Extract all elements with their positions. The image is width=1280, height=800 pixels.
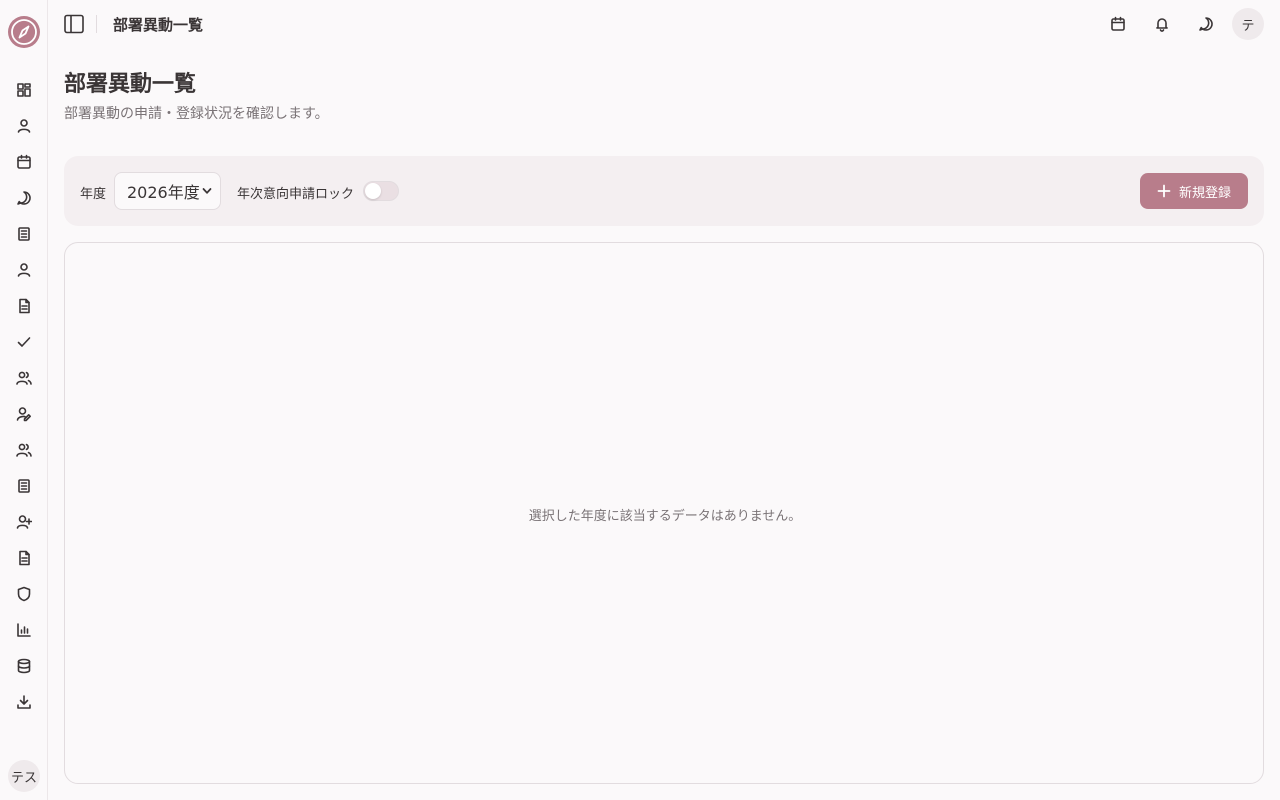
year-label: 年度 — [80, 187, 107, 202]
sidebar-toggle-icon — [64, 14, 84, 34]
sidebar-item-forms[interactable] — [12, 546, 36, 570]
year-select-value: 2026年度 — [127, 183, 200, 202]
sidebar-item-export[interactable] — [12, 690, 36, 714]
sidebar-item-records[interactable] — [12, 474, 36, 498]
page-title: 部署異動一覧 — [64, 72, 197, 97]
chat-icon — [1199, 17, 1213, 31]
shield-icon — [17, 586, 31, 602]
sidebar-item-profile[interactable] — [12, 114, 36, 138]
messages-button[interactable] — [1194, 12, 1218, 36]
database-icon — [17, 658, 31, 674]
dashboard-icon — [17, 83, 31, 97]
toggle-sidebar-button[interactable] — [62, 12, 86, 36]
sidebar-item-reports[interactable] — [12, 618, 36, 642]
users-icon — [16, 443, 32, 457]
document-icon — [19, 298, 30, 314]
plus-icon — [1157, 184, 1171, 198]
sidebar-item-employee[interactable] — [12, 258, 36, 282]
sidebar-item-user-edit[interactable] — [12, 402, 36, 426]
year-select[interactable]: 2026年度 — [114, 172, 221, 210]
filter-bar: 年度 2026年度 年次意向申請ロック 新規登録 — [64, 156, 1264, 226]
user-avatar[interactable]: テ — [1232, 8, 1264, 40]
new-registration-label: 新規登録 — [1178, 185, 1231, 201]
header-divider — [96, 15, 97, 33]
user-icon — [17, 119, 31, 133]
calendar-icon — [1111, 16, 1125, 31]
list-icon — [18, 227, 30, 241]
sidebar-item-chat[interactable] — [12, 186, 36, 210]
lock-toggle[interactable] — [363, 181, 399, 201]
header-title: 部署異動一覧 — [113, 16, 204, 34]
chat-icon — [17, 191, 31, 205]
page-subtitle: 部署異動の申請・登録状況を確認します。 — [64, 106, 329, 122]
calendar-icon — [17, 154, 31, 169]
calendar-button[interactable] — [1106, 12, 1130, 36]
sidebar-item-calendar[interactable] — [12, 150, 36, 174]
notifications-button[interactable] — [1150, 12, 1174, 36]
data-table: 選択した年度に該当するデータはありません。 — [64, 242, 1264, 784]
lock-toggle-knob — [365, 183, 381, 199]
logo-icon[interactable] — [8, 16, 40, 48]
sidebar-item-security[interactable] — [12, 582, 36, 606]
sidebar-item-documents[interactable] — [12, 294, 36, 318]
check-icon — [17, 337, 31, 347]
chevron-down-icon — [202, 188, 212, 194]
document-icon — [19, 550, 30, 566]
download-icon — [17, 695, 31, 709]
bell-icon — [1156, 18, 1168, 32]
sidebar: テス — [0, 0, 48, 800]
users-icon — [16, 371, 32, 385]
topbar: 部署異動一覧 テ — [48, 0, 1280, 48]
sidebar-item-dashboard[interactable] — [12, 78, 36, 102]
bar-chart-icon — [17, 623, 31, 637]
list-icon — [18, 479, 30, 493]
user-plus-icon — [16, 515, 32, 529]
sidebar-item-team[interactable] — [12, 366, 36, 390]
new-registration-button[interactable]: 新規登録 — [1140, 173, 1248, 209]
sidebar-avatar[interactable]: テス — [8, 760, 40, 792]
user-icon — [17, 263, 31, 277]
sidebar-item-database[interactable] — [12, 654, 36, 678]
sidebar-item-members[interactable] — [12, 438, 36, 462]
app: テス 部署異動一覧 テ 部署異動一覧 部署異動の申請・登録状況を確認します。 年… — [0, 0, 1280, 800]
sidebar-item-list[interactable] — [12, 222, 36, 246]
lock-label: 年次意向申請ロック — [237, 187, 355, 202]
sidebar-item-add-user[interactable] — [12, 510, 36, 534]
user-edit-icon — [16, 407, 31, 422]
empty-state-message: 選択した年度に該当するデータはありません。 — [528, 509, 802, 524]
sidebar-item-approvals[interactable] — [12, 330, 36, 354]
